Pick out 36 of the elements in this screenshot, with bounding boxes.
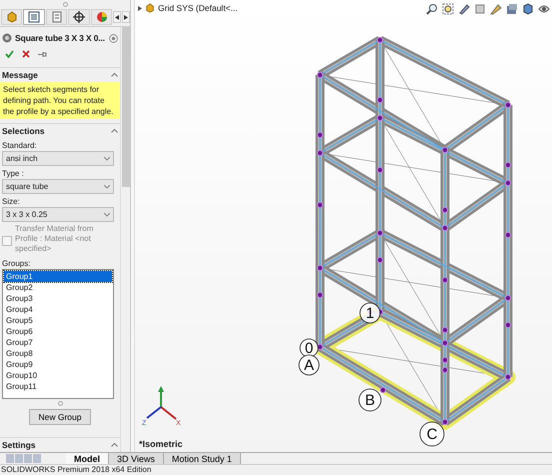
new-group-button[interactable]: New Group — [29, 409, 91, 425]
field-label: Size: — [1, 196, 21, 207]
section-title: Selections — [2, 126, 45, 136]
field-label: Groups: — [1, 258, 32, 269]
list-item[interactable]: Group1 — [4, 271, 112, 282]
field-label: Type : — [1, 168, 25, 179]
checkbox-label: Transfer Material from Profile : Material <not specified> — [15, 224, 94, 254]
callout-balloon: B — [358, 388, 382, 412]
list-item[interactable]: Group9 — [4, 359, 112, 370]
bottom-tab[interactable]: Motion Study 1 — [164, 453, 241, 464]
list-item[interactable]: Group7 — [4, 337, 112, 348]
bottom-tab[interactable]: 3D Views — [109, 453, 164, 464]
list-item[interactable]: Group3 — [4, 293, 112, 304]
list-item[interactable]: Group11 — [4, 381, 112, 392]
callout-balloon: 1 — [360, 302, 380, 324]
field-label: Standard: — [1, 140, 38, 151]
dropdown-field[interactable]: ansi inch — [2, 151, 114, 166]
section-title: Settings — [2, 440, 36, 450]
list-item[interactable]: Group10 — [4, 370, 112, 381]
dropdown-field[interactable]: square tube — [2, 179, 114, 194]
list-item[interactable]: Group8 — [4, 348, 112, 359]
view-name: *Isometric — [139, 439, 183, 449]
list-item[interactable]: Group6 — [4, 326, 112, 337]
list-item[interactable]: Group2 — [4, 282, 112, 293]
list-item[interactable]: Group5 — [4, 315, 112, 326]
status-text: SOLIDWORKS Premium 2018 x64 Edition — [0, 465, 552, 475]
section-title: Message — [2, 70, 38, 80]
dropdown-field[interactable]: 3 x 3 x 0.25 — [2, 207, 114, 222]
message-text: Select sketch segments for defining path. You can rotate the profile by a specified angle. — [0, 82, 120, 119]
feature-title: Square tube 3 X 3 X 0... — [15, 33, 106, 43]
list-item[interactable]: Group4 — [4, 304, 112, 315]
callout-balloon: A — [298, 354, 320, 376]
bottom-tab[interactable]: Model — [66, 453, 109, 464]
callout-balloon: C — [420, 422, 444, 446]
tree-item[interactable]: Grid SYS (Default<... — [158, 3, 238, 13]
groups-list[interactable]: Group1 Group2 Group3 Group4 Group5 Group6 Group7 Group8 Group9 Group10 Group11 — [2, 269, 114, 399]
